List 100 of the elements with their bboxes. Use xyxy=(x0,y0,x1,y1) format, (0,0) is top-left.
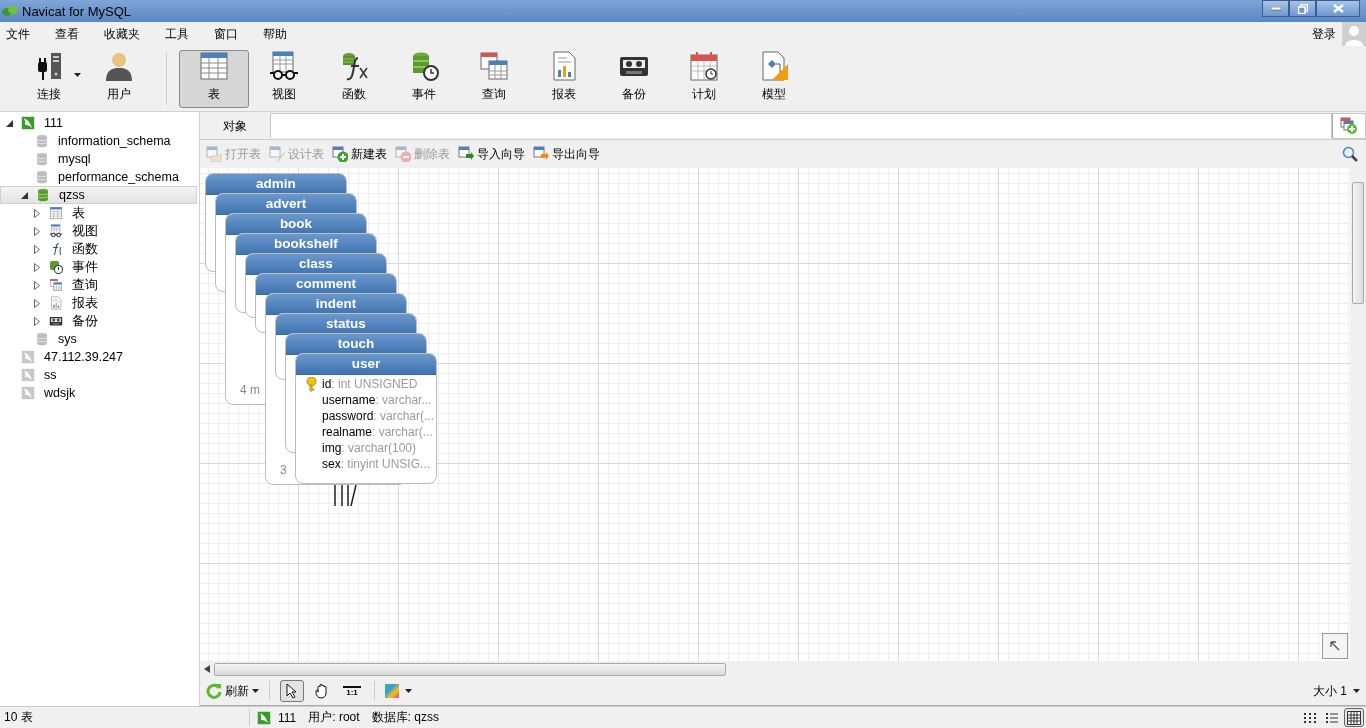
refresh-icon xyxy=(206,683,222,699)
collapse-icon[interactable] xyxy=(5,119,13,127)
tree-item[interactable]: qzss xyxy=(0,186,197,204)
menu-item[interactable]: 窗口 xyxy=(214,25,238,43)
toolbar-button[interactable]: 事件 xyxy=(389,49,459,108)
pointer-tool-button[interactable] xyxy=(280,680,304,702)
glasses-table-icon xyxy=(48,223,64,239)
tree-item-label: 111 xyxy=(43,115,64,131)
toolbar-button[interactable]: 备份 xyxy=(599,49,669,108)
tables-icon xyxy=(478,49,510,82)
search-icon[interactable] xyxy=(1342,146,1358,162)
toolbar-action[interactable]: 导出向导 xyxy=(533,145,600,163)
tree-item-label: mysql xyxy=(57,151,92,167)
close-button[interactable] xyxy=(1316,0,1360,17)
toolbar-button[interactable]: 查询 xyxy=(459,49,529,108)
expand-icon[interactable] xyxy=(34,244,40,254)
glasses-table-icon xyxy=(268,49,300,82)
window-title: Navicat for MySQL xyxy=(22,3,133,19)
actual-size-button[interactable]: 1:1 xyxy=(340,680,364,702)
card-footer-text: 3 xyxy=(280,463,287,477)
menu-item[interactable]: 查看 xyxy=(55,25,79,43)
tree-item[interactable]: information_schema xyxy=(0,132,199,150)
table-export-icon xyxy=(533,146,549,162)
user-info: 用户: root xyxy=(308,709,360,726)
restore-button[interactable] xyxy=(1289,0,1316,17)
tree-item[interactable]: 函数 xyxy=(0,240,199,258)
expand-icon[interactable] xyxy=(34,208,40,218)
table-card-title: bookshelf xyxy=(236,234,376,255)
diagram-view-button[interactable] xyxy=(1344,708,1364,727)
fit-view-button[interactable] xyxy=(1322,633,1348,659)
connection-name: 111 xyxy=(278,710,297,725)
login-link[interactable]: 登录 xyxy=(1312,25,1336,43)
refresh-button[interactable]: 刷新 xyxy=(206,682,259,700)
arrow-icon xyxy=(1329,640,1341,652)
menu-item[interactable]: 帮助 xyxy=(263,25,287,43)
toolbar-button[interactable]: 函数 xyxy=(319,49,389,108)
toolbar-button[interactable]: 连接 xyxy=(14,49,84,108)
menu-item[interactable]: 工具 xyxy=(165,25,189,43)
grid-table-icon xyxy=(1347,710,1361,725)
card-footer-text: 4 m xyxy=(240,383,260,397)
scroll-left-icon[interactable] xyxy=(204,665,210,673)
table-pencil-icon xyxy=(269,146,285,162)
toolbar-action[interactable]: 新建表 xyxy=(332,145,387,163)
toolbar-action[interactable]: 导入向导 xyxy=(458,145,525,163)
column-entry: sex: tinyint UNSIG... xyxy=(322,457,432,471)
expand-icon[interactable] xyxy=(34,262,40,272)
tree-item[interactable]: 表 xyxy=(0,204,199,222)
tree-item[interactable]: performance_schema xyxy=(0,168,199,186)
menu-item[interactable]: 收藏夹 xyxy=(104,25,140,43)
tree-item-label: 表 xyxy=(71,205,86,221)
tree-item[interactable]: 事件 xyxy=(0,258,199,276)
tree-item[interactable]: 47.112.39.247 xyxy=(0,348,199,366)
list-icon xyxy=(1325,711,1339,724)
caret-icon xyxy=(1353,689,1360,693)
size-dropdown[interactable]: 大小 1 xyxy=(1313,682,1360,700)
table-icon xyxy=(198,49,230,82)
caret-icon xyxy=(252,689,259,693)
database-clock-icon xyxy=(48,259,64,275)
minimize-button[interactable] xyxy=(1262,0,1289,17)
restore-icon xyxy=(1297,3,1308,14)
caret-icon[interactable] xyxy=(74,72,81,77)
column-entry: realname: varchar(... xyxy=(322,425,434,439)
toolbar-button[interactable]: 用户 xyxy=(84,49,154,108)
object-count: 10 表 xyxy=(0,709,250,726)
tree-item-label: 视图 xyxy=(71,223,99,239)
tree-item[interactable]: 视图 xyxy=(0,222,199,240)
expand-icon[interactable] xyxy=(34,280,40,290)
table-card-title: user xyxy=(296,354,436,375)
toolbar-button[interactable]: 报表 xyxy=(529,49,599,108)
table-card-title: book xyxy=(226,214,366,235)
close-icon xyxy=(1332,4,1344,13)
expand-icon[interactable] xyxy=(34,298,40,308)
collapse-icon[interactable] xyxy=(20,191,28,199)
toolbar-button[interactable]: 模型 xyxy=(739,49,809,108)
table-folder-icon xyxy=(206,146,222,162)
table-card-title: touch xyxy=(286,334,426,355)
tree-item[interactable]: 备份 xyxy=(0,312,199,330)
table-card-title: indent xyxy=(266,294,406,315)
tree-item-label: 备份 xyxy=(71,313,99,329)
toolbar-button[interactable]: 计划 xyxy=(669,49,739,108)
hand-icon xyxy=(314,683,330,699)
calendar-icon xyxy=(688,49,720,82)
tree-item[interactable]: mysql xyxy=(0,150,199,168)
new-tab-button[interactable] xyxy=(1332,113,1366,139)
tree-item[interactable]: ss xyxy=(0,366,199,384)
grid-icon xyxy=(1303,711,1317,724)
menu-item[interactable]: 文件 xyxy=(6,25,30,43)
tree-item[interactable]: wdsjk xyxy=(0,384,199,402)
toolbar-button[interactable]: 视图 xyxy=(249,49,319,108)
expand-icon[interactable] xyxy=(34,226,40,236)
color-picker-button[interactable] xyxy=(385,684,412,698)
database-info: 数据库: qzss xyxy=(371,709,439,726)
tree-item[interactable]: 查询 xyxy=(0,276,199,294)
toolbar-button[interactable]: 表 xyxy=(179,49,249,108)
tree-item[interactable]: 111 xyxy=(0,114,199,132)
tree-item-label: 查询 xyxy=(71,277,99,293)
table-minus-icon xyxy=(395,146,411,162)
expand-icon[interactable] xyxy=(34,316,40,326)
tree-item[interactable]: 报表 xyxy=(0,294,199,312)
tree-item[interactable]: sys xyxy=(0,330,199,348)
